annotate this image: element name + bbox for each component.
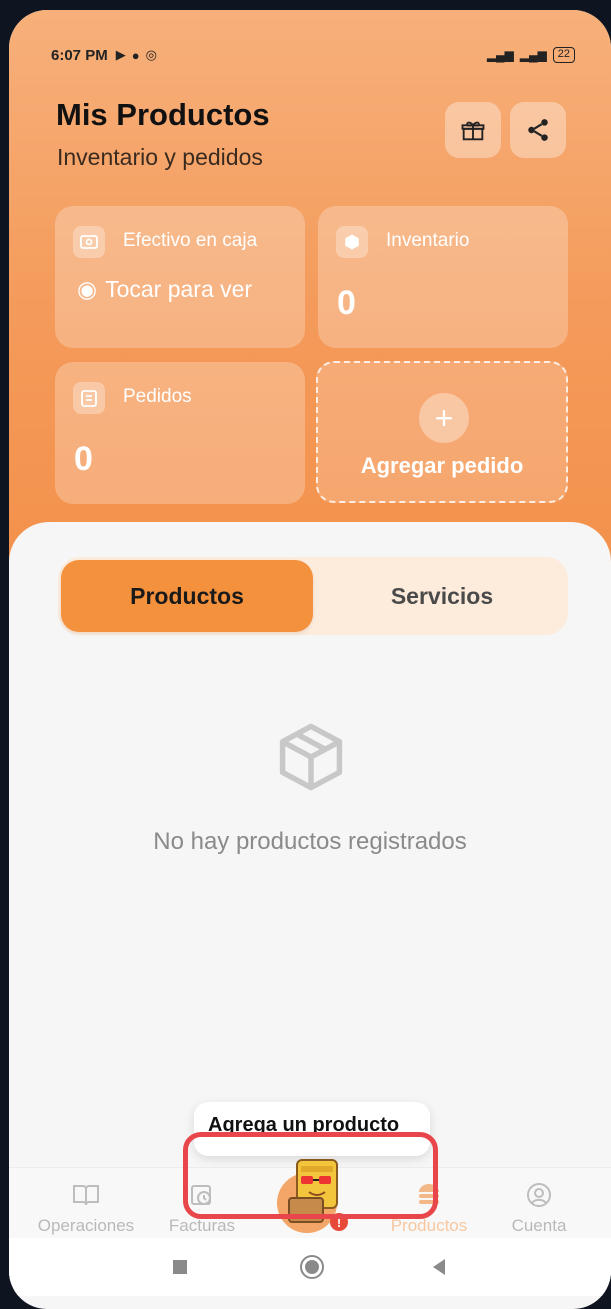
back-button[interactable] (433, 1259, 445, 1275)
inventory-card-label: Inventario (386, 230, 470, 251)
home-button[interactable] (300, 1255, 324, 1279)
nav-item-cuenta[interactable]: Cuenta (504, 1180, 574, 1236)
orders-card[interactable]: Pedidos 0 (55, 362, 305, 504)
add-order-label: Agregar pedido (360, 453, 524, 478)
reveal-cash-link[interactable]: ◉ Tocar para ver (77, 276, 252, 303)
gift-box-button[interactable] (445, 102, 501, 158)
nav-label-operaciones: Operaciones (37, 1216, 135, 1235)
share-button[interactable] (510, 102, 566, 158)
book-icon (71, 1180, 101, 1210)
header-area: 6:07 PM ▶ ● ◎ ▂▄▆ ▂▄▆ 22 Mis Productos I… (9, 10, 611, 570)
app-screen: 6:07 PM ▶ ● ◎ ▂▄▆ ▂▄▆ 22 Mis Productos I… (9, 10, 611, 1309)
inventory-card[interactable]: Inventario 0 (318, 206, 568, 348)
cash-card-label: Efectivo en caja (123, 230, 258, 251)
nav-label-facturas: Facturas (168, 1216, 236, 1235)
nav-label-productos: Productos (390, 1216, 468, 1235)
orders-card-label: Pedidos (123, 386, 192, 407)
box-icon (279, 723, 343, 791)
app-notification-icon: ◎ (145, 47, 157, 62)
orders-count: 0 (74, 440, 93, 478)
status-time: 6:07 PM (51, 46, 108, 64)
tab-productos[interactable]: Productos (61, 560, 313, 632)
empty-state-text: No hay productos registrados (153, 828, 467, 855)
highlight-frame (183, 1132, 438, 1219)
system-nav-bar (9, 1238, 611, 1296)
signal-icon: ▂▄▆ (486, 48, 514, 62)
nav-label-cuenta: Cuenta (511, 1216, 567, 1235)
page-subtitle: Inventario y pedidos (57, 144, 263, 170)
cash-icon (73, 226, 105, 258)
nav-item-operaciones[interactable]: Operaciones (31, 1180, 141, 1236)
gift-box-icon (461, 121, 485, 141)
add-order-button[interactable]: + Agregar pedido (316, 361, 568, 503)
battery-icon: 22 (552, 47, 575, 63)
cash-card[interactable]: Efectivo en caja ◉ Tocar para ver (55, 206, 305, 348)
plus-icon: + (419, 393, 469, 443)
user-circle-icon (524, 1180, 554, 1210)
status-bar: 6:07 PM ▶ ● ◎ ▂▄▆ ▂▄▆ 22 (51, 43, 575, 67)
clipboard-icon (73, 382, 105, 414)
segmented-control: Productos Servicios (58, 557, 568, 635)
inventory-count: 0 (337, 284, 356, 322)
play-icon: ▶ (115, 47, 126, 62)
share-icon (528, 119, 548, 141)
recents-button[interactable] (173, 1260, 187, 1274)
eye-icon: ◉ (77, 276, 98, 302)
reveal-cash-text: Tocar para ver (105, 276, 253, 302)
page-title: Mis Productos (56, 97, 270, 132)
cube-icon (336, 226, 368, 258)
info-icon: ● (131, 47, 140, 63)
tab-servicios[interactable]: Servicios (316, 557, 568, 635)
signal-icon: ▂▄▆ (519, 48, 547, 62)
